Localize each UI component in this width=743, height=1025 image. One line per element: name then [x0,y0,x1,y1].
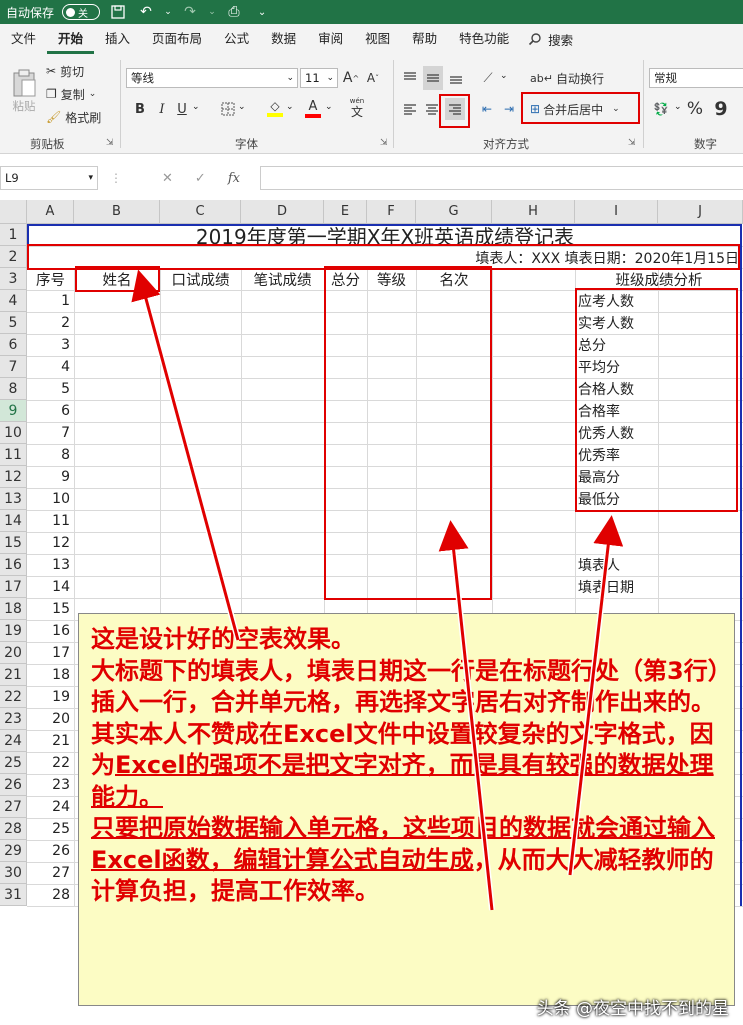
arrow-to-analysis-box [567,515,624,876]
arrow-to-name-column [131,269,241,641]
watermark: 头条 @夜空中找不到的星 [536,999,729,1019]
arrow-to-score-columns [438,520,495,911]
annotation-arrows [131,269,624,911]
